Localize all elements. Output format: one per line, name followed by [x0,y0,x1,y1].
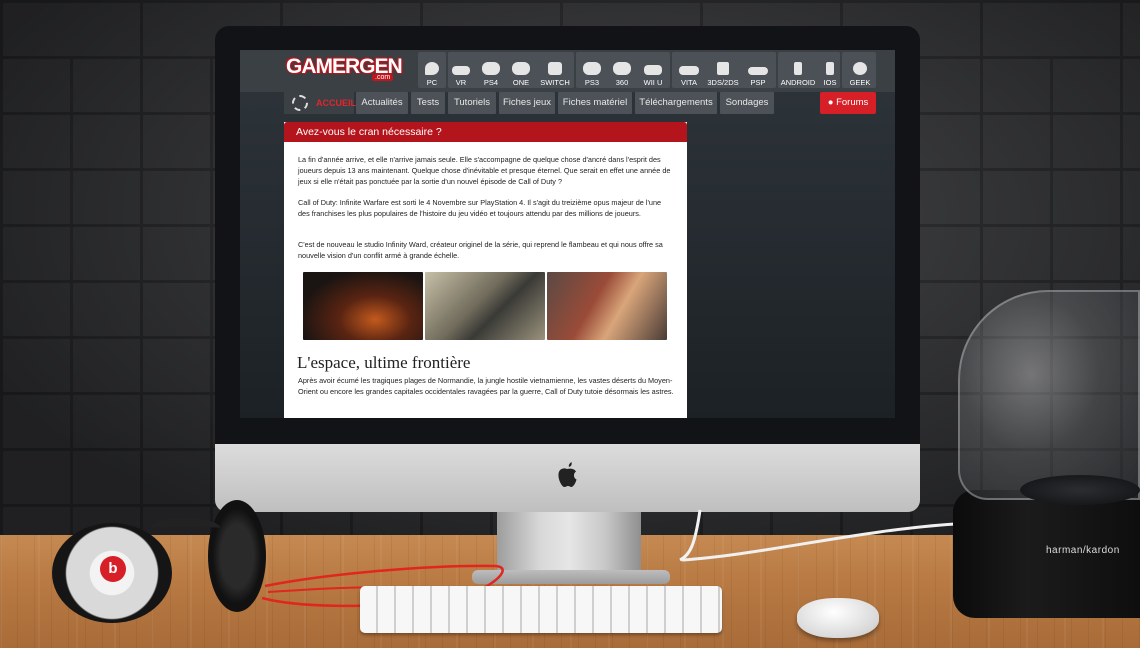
headphone-band [150,518,220,538]
headphone-ear-cup-right [208,500,266,612]
mouse [797,598,879,638]
speaker-woofer [1020,475,1140,505]
headphone-logo-icon: b [100,556,126,582]
speaker-dome [958,290,1140,500]
keyboard [360,586,722,633]
photo-scene: GAMERGEN .com PC VR PS4 ONE SWITCH PS3 3… [0,0,1140,648]
speaker-brand: harman/kardon [1046,545,1120,556]
